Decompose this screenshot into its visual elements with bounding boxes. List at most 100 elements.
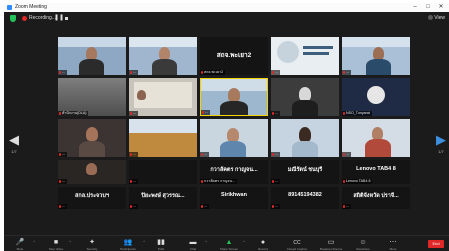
chevron-up-icon[interactable]: ^ <box>205 240 207 244</box>
participant-tile[interactable]: ... <box>271 78 339 116</box>
chevron-up-icon[interactable]: ^ <box>69 240 71 244</box>
meeting-top-bar: Recording... ❚❚ View <box>4 12 449 25</box>
participant-tile[interactable]: ... <box>58 160 126 184</box>
participant-tile[interactable]: ... <box>271 37 339 75</box>
participant-tile[interactable]: ... <box>129 119 197 157</box>
mute-button[interactable]: 🎤 Mute ^ <box>8 237 35 251</box>
participant-tile[interactable]: ปิยะพงษ์ สุวรรณ... ... <box>129 187 197 209</box>
polls-button[interactable]: ▮▮ Polls <box>150 237 172 251</box>
participant-tile[interactable]: ... <box>200 119 268 157</box>
reactions-button[interactable]: ☺ Reactions <box>352 237 374 251</box>
participant-tile[interactable]: ... <box>129 37 197 75</box>
close-window-button[interactable]: ✕ <box>435 3 447 12</box>
participants-icon: 👥 <box>123 239 133 246</box>
participant-name: ... <box>58 179 67 184</box>
muted-mic-icon <box>130 70 132 74</box>
muted-mic-icon <box>201 70 203 74</box>
gallery-grid: ... ... สถจ.พะเยา2 สถจ.พะเยา2 ... ... สำ… <box>58 37 410 209</box>
participant-name: ... <box>342 70 351 75</box>
muted-mic-icon <box>130 204 132 208</box>
minimize-button[interactable]: – <box>409 3 421 12</box>
maximize-button[interactable]: □ <box>422 3 434 12</box>
participant-tile[interactable]: มณีรัตน์ ชนบุรี ... <box>271 160 339 184</box>
participant-display-name: สถจ.พะเยา2 <box>216 52 252 59</box>
chevron-up-icon[interactable]: ^ <box>33 240 35 244</box>
security-shield-icon[interactable] <box>10 15 16 22</box>
active-speaker-tile[interactable]: ... <box>200 78 268 116</box>
microphone-icon: 🎤 <box>15 239 25 246</box>
record-button[interactable]: ● Record <box>252 237 274 251</box>
participant-name: ... <box>271 70 280 75</box>
breakout-rooms-button[interactable]: ▭ Breakout Rooms <box>318 237 344 251</box>
next-page-arrow[interactable]: ▶ <box>436 133 446 147</box>
view-button[interactable]: View <box>427 14 446 23</box>
muted-mic-icon <box>343 70 345 74</box>
participant-name: สถจ.พะเยา2 <box>200 70 226 75</box>
participant-name: ... <box>129 111 138 116</box>
pause-recording-icon[interactable]: ❚❚ <box>54 15 64 22</box>
participant-tile[interactable]: สำนักงาน(DLA) <box>58 78 126 116</box>
muted-mic-icon <box>272 204 274 208</box>
chat-button[interactable]: ▬ Chat ^ <box>182 237 208 251</box>
participant-tile[interactable]: สถจ.พะเยา2 สถจ.พะเยา2 <box>200 37 268 75</box>
muted-mic-icon <box>343 111 345 115</box>
participants-button[interactable]: 👥 Participants ^ <box>114 237 145 251</box>
security-button[interactable]: ✦ Security <box>80 237 104 251</box>
participant-name: ... <box>58 152 67 157</box>
participant-display-name: 89145194382 <box>288 192 322 198</box>
participant-name: ... <box>129 152 138 157</box>
participant-tile[interactable]: ... <box>271 119 339 157</box>
chevron-up-icon[interactable]: ^ <box>243 240 245 244</box>
closed-caption-button[interactable]: CC Closed Caption <box>284 237 310 251</box>
participant-tile[interactable]: NSO_Tunyarat <box>342 78 410 116</box>
title-bar: Zoom Meeting – □ ✕ <box>4 3 449 12</box>
participant-tile[interactable]: สกล.ประจวบฯ ... <box>58 187 126 209</box>
share-screen-button[interactable]: ▲ Share Screen ^ <box>216 237 245 251</box>
more-button[interactable]: ⋯ More <box>382 237 404 251</box>
participant-display-name: มณีรัตน์ ชนบุรี <box>287 167 323 173</box>
muted-mic-icon <box>272 111 274 115</box>
participant-tile[interactable]: Sirikhwan ... <box>200 187 268 209</box>
previous-page-indicator: 1/7 <box>11 149 17 154</box>
participant-tile[interactable]: ... <box>129 160 197 184</box>
shield-icon: ✦ <box>89 239 95 246</box>
participant-tile[interactable]: ... <box>342 119 410 157</box>
participant-display-name: Lenovo TAB4 8 <box>356 166 396 172</box>
window-title: Zoom Meeting <box>15 4 47 10</box>
view-icon <box>428 15 434 21</box>
zoom-window: Zoom Meeting – □ ✕ Recording... ❚❚ View … <box>4 3 449 251</box>
zoom-app-icon <box>7 5 12 10</box>
recording-label: Recording... <box>29 15 56 21</box>
participant-tile[interactable]: ... <box>129 78 197 116</box>
breakout-rooms-icon: ▭ <box>327 239 335 246</box>
muted-mic-icon <box>202 110 204 114</box>
participant-tile[interactable]: ... <box>58 119 126 157</box>
participant-tile[interactable]: Lenovo TAB4 8 Lenovo TAB4 8 <box>342 160 410 184</box>
end-meeting-button[interactable]: End <box>428 240 444 248</box>
participant-tile[interactable]: สถิติจังหวัด ปราจี... ... <box>342 187 410 209</box>
chevron-up-icon[interactable]: ^ <box>143 240 145 244</box>
muted-mic-icon <box>343 152 345 156</box>
stop-video-button[interactable]: ■ Stop Video ^ <box>44 237 71 251</box>
meeting-toolbar: 🎤 Mute ^ ■ Stop Video ^ ✦ Security 👥 Participa… <box>4 235 449 251</box>
more-dots-icon: ⋯ <box>389 239 397 246</box>
participant-tile[interactable]: ... <box>58 37 126 75</box>
participant-tile[interactable]: ... <box>342 37 410 75</box>
muted-mic-icon <box>272 70 274 74</box>
participant-name: ... <box>271 179 280 184</box>
muted-mic-icon <box>343 179 345 183</box>
participant-name: สำนักงาน(DLA) <box>58 111 89 116</box>
participant-tile[interactable]: กวาลัคตร กาญจน... กวาลัคตร กาญจน... <box>200 160 268 184</box>
view-label: View <box>434 15 445 21</box>
participant-name: ... <box>342 204 351 209</box>
muted-mic-icon <box>59 204 61 208</box>
participant-name: ... <box>58 70 67 75</box>
participant-display-name: Sirikhwan <box>221 192 247 198</box>
recording-dot-icon <box>22 16 27 21</box>
share-screen-icon: ▲ <box>225 239 233 246</box>
participant-tile[interactable]: 89145194382 ... <box>271 187 339 209</box>
participant-display-name: กวาลัคตร กาญจน... <box>210 167 258 173</box>
stop-recording-icon[interactable] <box>65 17 68 20</box>
previous-page-arrow[interactable]: ◀ <box>9 133 19 147</box>
next-page-indicator: 1/7 <box>438 149 444 154</box>
